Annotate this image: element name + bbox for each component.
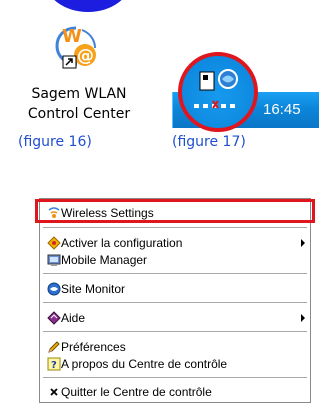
menu-item-aide[interactable]: Aide bbox=[40, 309, 310, 327]
svg-text:@: @ bbox=[77, 46, 94, 66]
close-x-icon bbox=[50, 388, 58, 396]
shortcut-label: Sagem WLAN Control Center bbox=[14, 84, 144, 124]
menu-item-preferences[interactable]: Préférences bbox=[40, 338, 310, 356]
tray-clock[interactable]: 16:45 bbox=[263, 101, 301, 118]
submenu-arrow-icon bbox=[301, 314, 305, 322]
submenu-arrow-icon bbox=[301, 239, 305, 247]
menu-item-label: A propos du Centre de contrôle bbox=[61, 357, 228, 371]
wlan-shortcut-icon[interactable]: W @ bbox=[52, 22, 100, 74]
svg-text:?: ? bbox=[51, 360, 57, 371]
activate-config-icon bbox=[47, 236, 61, 250]
menu-item-label: Quitter le Centre de contrôle bbox=[61, 385, 212, 399]
menu-item-quitter[interactable]: Quitter le Centre de contrôle bbox=[40, 383, 310, 401]
menu-separator bbox=[43, 331, 307, 333]
menu-separator bbox=[43, 273, 307, 275]
wlan-tray-icon[interactable] bbox=[192, 64, 246, 122]
question-icon: ? bbox=[47, 357, 61, 371]
pencil-icon bbox=[48, 341, 60, 353]
menu-item-label: Activer la configuration bbox=[61, 236, 183, 250]
menu-item-activer-configuration[interactable]: Activer la configuration bbox=[40, 234, 310, 252]
context-menu: Wireless Settings Activer la configurati… bbox=[39, 198, 311, 403]
decorative-blue-circle bbox=[45, 0, 131, 12]
menu-item-label: Mobile Manager bbox=[61, 253, 148, 267]
site-monitor-icon bbox=[47, 282, 61, 296]
menu-item-label: Aide bbox=[61, 311, 86, 325]
menu-item-site-monitor[interactable]: Site Monitor bbox=[40, 280, 310, 298]
highlight-circle bbox=[178, 52, 258, 132]
menu-item-a-propos[interactable]: ? A propos du Centre de contrôle bbox=[40, 355, 310, 373]
menu-item-label: Préférences bbox=[61, 340, 126, 354]
shortcut-label-line2: Control Center bbox=[27, 106, 131, 122]
help-book-icon bbox=[47, 311, 61, 325]
menu-separator bbox=[43, 377, 307, 379]
mobile-manager-icon bbox=[47, 254, 61, 266]
menu-item-label: Site Monitor bbox=[61, 282, 126, 296]
menu-item-mobile-manager[interactable]: Mobile Manager bbox=[40, 251, 310, 269]
caption-figure-17: (figure 17) bbox=[172, 134, 246, 150]
caption-figure-16: (figure 16) bbox=[18, 134, 92, 150]
highlight-rectangle bbox=[35, 199, 315, 223]
svg-text:W: W bbox=[62, 26, 82, 47]
shortcut-label-line1: Sagem WLAN bbox=[31, 86, 127, 102]
menu-separator bbox=[43, 227, 307, 229]
menu-separator bbox=[43, 302, 307, 304]
